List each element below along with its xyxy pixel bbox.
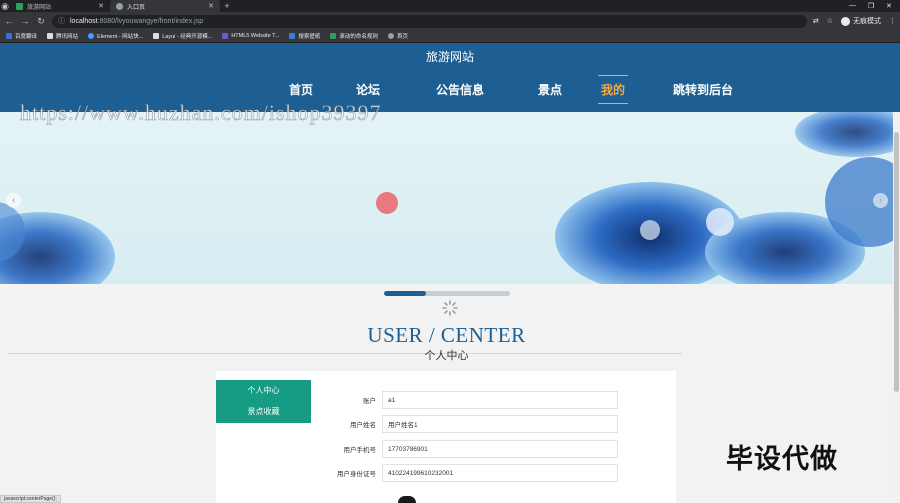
browser-tab-2[interactable]: 入口页 ✕ xyxy=(110,0,220,12)
promo-overlay-text: 毕设代做 xyxy=(726,444,838,474)
carousel-progress-bar[interactable] xyxy=(384,291,510,296)
name-label: 用户姓名 xyxy=(350,422,376,429)
bookmark-icon xyxy=(6,33,12,39)
bookmark-item[interactable]: 搜索壁纸 xyxy=(289,32,320,40)
tab-close-icon[interactable]: ✕ xyxy=(98,2,104,10)
user-center-side-menu: 个人中心 景点收藏 xyxy=(216,380,311,423)
user-center-subtitle: 个人中心 xyxy=(424,350,469,362)
watermark-url: https://www.huzhan.com/ishop39397 xyxy=(20,100,382,126)
back-icon[interactable]: ← xyxy=(4,16,14,26)
bookmark-item[interactable]: HTML5 Website T... xyxy=(222,33,279,39)
bookmark-item[interactable]: Layui - 经典开源模... xyxy=(153,32,212,40)
main-nav: 首页 论坛 公告信息 景点 我的 跳转到后台 xyxy=(270,75,738,104)
bookmark-item[interactable]: 滚动的命名规则 xyxy=(330,32,378,40)
browser-tab-1-label: 旅游网站 xyxy=(27,4,52,11)
carousel-next-icon[interactable]: › xyxy=(873,193,888,208)
new-tab-button[interactable]: + xyxy=(220,1,234,11)
browser-tab-strip: ◉ 旅游网站 ✕ 入口页 ✕ + — ❐ ✕ xyxy=(0,0,900,12)
incognito-badge[interactable]: 无痕模式 xyxy=(841,16,881,26)
minimize-icon[interactable]: — xyxy=(849,2,856,10)
account-input[interactable] xyxy=(382,391,618,409)
bookmark-icon xyxy=(387,33,394,39)
url-host: localhost xyxy=(70,17,98,25)
bookmark-label: 腾讯网站 xyxy=(56,34,79,40)
tab-favicon-icon xyxy=(116,2,123,10)
phone-input[interactable] xyxy=(382,440,618,458)
page-scrollbar[interactable] xyxy=(893,112,900,503)
reload-icon[interactable]: ↻ xyxy=(36,16,46,27)
nav-item-attractions[interactable]: 景点 xyxy=(530,81,570,98)
bookmark-icon xyxy=(330,33,337,39)
bookmark-icon xyxy=(222,33,229,39)
menu-dots-icon[interactable]: ⋮ xyxy=(889,17,896,25)
bookmarks-bar: 百度翻译 腾讯网站 Element - 网站快... Layui - 经典开源模… xyxy=(0,30,900,43)
carousel-progress-fill xyxy=(384,291,426,296)
bookmark-icon xyxy=(153,33,160,39)
name-input[interactable] xyxy=(382,415,618,433)
carousel-prev-icon[interactable]: ‹ xyxy=(6,193,21,208)
bookmark-icon xyxy=(47,33,54,39)
account-label: 账户 xyxy=(363,398,376,405)
bookmark-label: HTML5 Website T... xyxy=(231,33,280,39)
banner-flowers-image xyxy=(0,112,900,284)
bookmark-label: Layui - 经典开源模... xyxy=(162,34,213,40)
side-menu-item-favorites[interactable]: 景点收藏 xyxy=(216,401,311,422)
bookmark-item[interactable]: 腾讯网站 xyxy=(47,32,78,40)
info-icon[interactable]: ⓘ xyxy=(58,16,65,26)
nav-item-admin[interactable]: 跳转到后台 xyxy=(668,81,738,98)
forward-icon[interactable]: → xyxy=(20,16,30,26)
toolbar-actions: ⇄ ☆ 无痕模式 ⋮ xyxy=(813,16,896,26)
site-title: 旅游网站 xyxy=(425,50,474,64)
close-window-icon[interactable]: ✕ xyxy=(886,2,892,10)
bookmark-item[interactable]: Element - 网站快... xyxy=(88,32,143,40)
window-controls: — ❐ ✕ xyxy=(849,2,900,10)
tab-close-icon[interactable]: ✕ xyxy=(208,2,214,10)
form-row-account: 账户 xyxy=(310,390,650,410)
avatar[interactable] xyxy=(398,496,416,503)
bookmark-item[interactable]: 首页 xyxy=(387,32,408,40)
browser-toolbar: ← → ↻ ⓘ localhost:8080/lvyouwangye/front… xyxy=(0,12,900,30)
bookmark-star-icon[interactable]: ☆ xyxy=(827,17,833,25)
browser-tab-2-label: 入口页 xyxy=(127,4,146,11)
address-bar[interactable]: ⓘ localhost:8080/lvyouwangye/front/index… xyxy=(52,14,807,28)
cursor-highlight xyxy=(376,192,398,214)
form-row-idcard: 用户身份证号 xyxy=(310,463,650,483)
bookmark-icon xyxy=(289,33,296,39)
translate-icon[interactable]: ⇄ xyxy=(813,17,819,25)
side-menu-item-profile[interactable]: 个人中心 xyxy=(216,380,311,401)
bookmark-label: 搜索壁纸 xyxy=(298,34,321,40)
bookmark-label: 百度翻译 xyxy=(15,34,38,40)
scrollbar-thumb[interactable] xyxy=(894,132,899,392)
bookmark-icon xyxy=(88,33,95,39)
nav-item-home[interactable]: 首页 xyxy=(270,81,332,98)
bookmark-item[interactable]: 百度翻译 xyxy=(6,32,37,40)
url-path: :8080/lvyouwangye/front/index.jsp xyxy=(97,17,204,25)
bookmark-label: 滚动的命名规则 xyxy=(339,34,378,40)
loading-spinner-icon xyxy=(442,300,458,316)
form-row-name: 用户姓名 xyxy=(310,414,650,434)
chrome-app-icon[interactable]: ◉ xyxy=(0,1,10,12)
incognito-icon xyxy=(841,16,850,26)
idcard-input[interactable] xyxy=(382,464,618,482)
browser-tab-1[interactable]: 旅游网站 ✕ xyxy=(10,0,110,12)
nav-item-forum[interactable]: 论坛 xyxy=(336,81,400,98)
incognito-label: 无痕模式 xyxy=(853,18,881,25)
user-center-title: USER / CENTER xyxy=(367,323,526,347)
idcard-label: 用户身份证号 xyxy=(337,471,376,478)
tab-favicon-icon xyxy=(16,2,23,10)
form-row-phone: 用户手机号 xyxy=(310,439,650,459)
nav-item-mine[interactable]: 我的 xyxy=(598,75,628,104)
status-bar: javascript:centerPage(); xyxy=(0,495,61,503)
nav-item-notices[interactable]: 公告信息 xyxy=(424,81,496,98)
banner-carousel xyxy=(0,112,900,284)
phone-label: 用户手机号 xyxy=(343,447,377,454)
restore-icon[interactable]: ❐ xyxy=(868,2,874,10)
bookmark-label: Element - 网站快... xyxy=(97,34,144,40)
bookmark-label: 首页 xyxy=(396,34,408,40)
